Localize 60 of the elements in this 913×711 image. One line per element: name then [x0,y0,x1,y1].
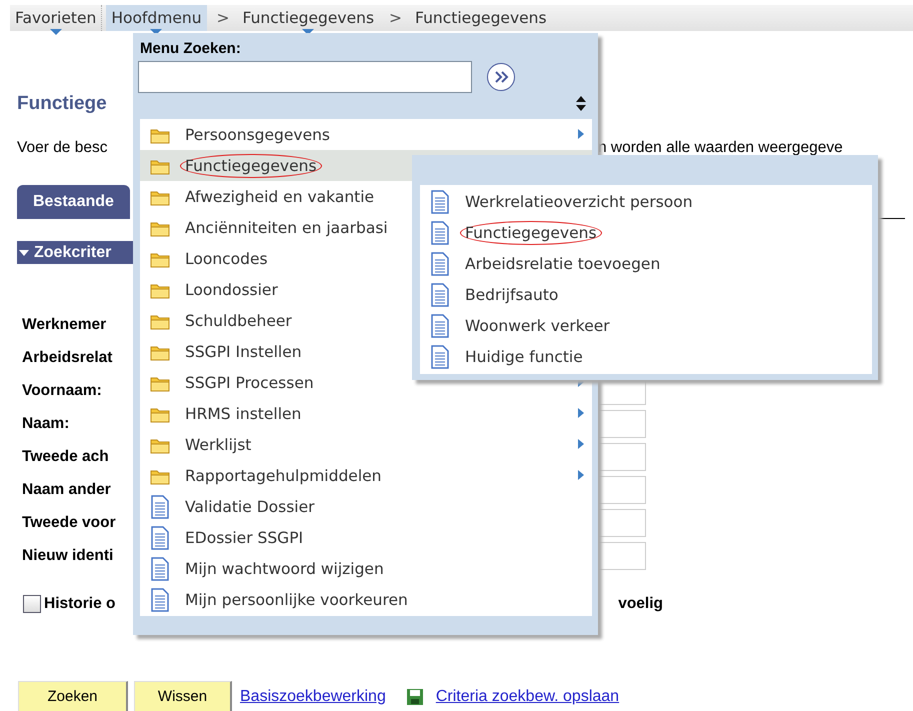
input-field[interactable] [598,508,646,536]
breadcrumb-item[interactable]: Hoofdmenu [106,5,207,31]
menu-item[interactable]: Mijn persoonlijke voorkeuren [140,584,592,615]
menu-item[interactable]: Rapportagehulpmiddelen [140,460,592,491]
sort-icon [575,96,587,111]
field-label: Nieuw identi [22,546,114,566]
document-icon [430,314,450,338]
menu-item[interactable]: Mijn wachtwoord wijzigen [140,553,592,584]
field-label: Naam: [22,414,70,434]
menu-search-field[interactable] [138,61,472,93]
document-icon [430,252,450,276]
document-icon [430,220,450,244]
action-button[interactable]: Zoeken [18,681,128,711]
field-label: Werknemer [22,314,106,334]
tab[interactable]: Bestaande [17,185,130,219]
input-field[interactable] [598,442,646,470]
document-icon [150,588,170,612]
field-label: Arbeidsrelat [22,348,112,368]
menu-item[interactable]: Werklijst [140,429,592,460]
document-icon [150,494,170,518]
menu-item[interactable]: Woonwerk verkeer [420,310,872,341]
document-icon [150,526,170,550]
link[interactable]: Criteria zoekbew. opslaan [436,688,620,706]
menu-item[interactable]: HRMS instellen [140,398,592,429]
input-field[interactable] [598,476,646,504]
action-button[interactable]: Wissen [134,681,232,711]
input-field[interactable] [598,542,646,570]
menu-item[interactable]: EDossier SSGPI [140,522,592,553]
field-label: Tweede ach [22,446,109,466]
breadcrumb-item[interactable]: Functiegegevens [410,5,552,31]
dropdown-caret-icon [50,29,62,35]
menu-item[interactable]: Validatie Dossier [140,491,592,522]
search-label: Menu Zoeken: [140,40,242,57]
go-button[interactable] [487,63,515,91]
menu-item[interactable]: Bedrijfsauto [420,279,872,310]
document-icon [430,282,450,306]
field-label: Tweede voor [22,512,116,532]
input-field[interactable] [598,410,646,438]
collapse-triangle-icon [19,250,29,256]
instruction-text: n worden alle waarden weergegeve [598,139,843,158]
document-icon [430,190,450,214]
menu-item[interactable]: Werkrelatieoverzicht persoon [420,186,872,217]
checkbox-label: voelig [618,595,663,613]
field-label: Voornaam: [22,380,102,400]
breadcrumb-item[interactable]: Favorieten [10,5,102,31]
double-chevron-icon [492,69,510,85]
checkbox-label: Historie o [44,595,116,613]
menu-item[interactable]: Functiegegevens [420,217,872,248]
document-icon [430,344,450,368]
menu-item[interactable]: Huidige functie [420,341,872,372]
breadcrumb-separator: > [216,8,231,29]
document-icon [150,556,170,580]
checkbox[interactable] [23,595,41,613]
breadcrumb-separator: > [388,8,404,29]
link[interactable]: Basiszoekbewerking [240,688,386,706]
field-label: Naam ander [22,480,111,500]
instruction-text: Voer de besc [17,139,108,158]
page-title: Functiege [17,93,107,116]
menu-item[interactable]: Persoonsgegevens [140,119,592,150]
menu-item[interactable]: Arbeidsrelatie toevoegen [420,248,872,279]
